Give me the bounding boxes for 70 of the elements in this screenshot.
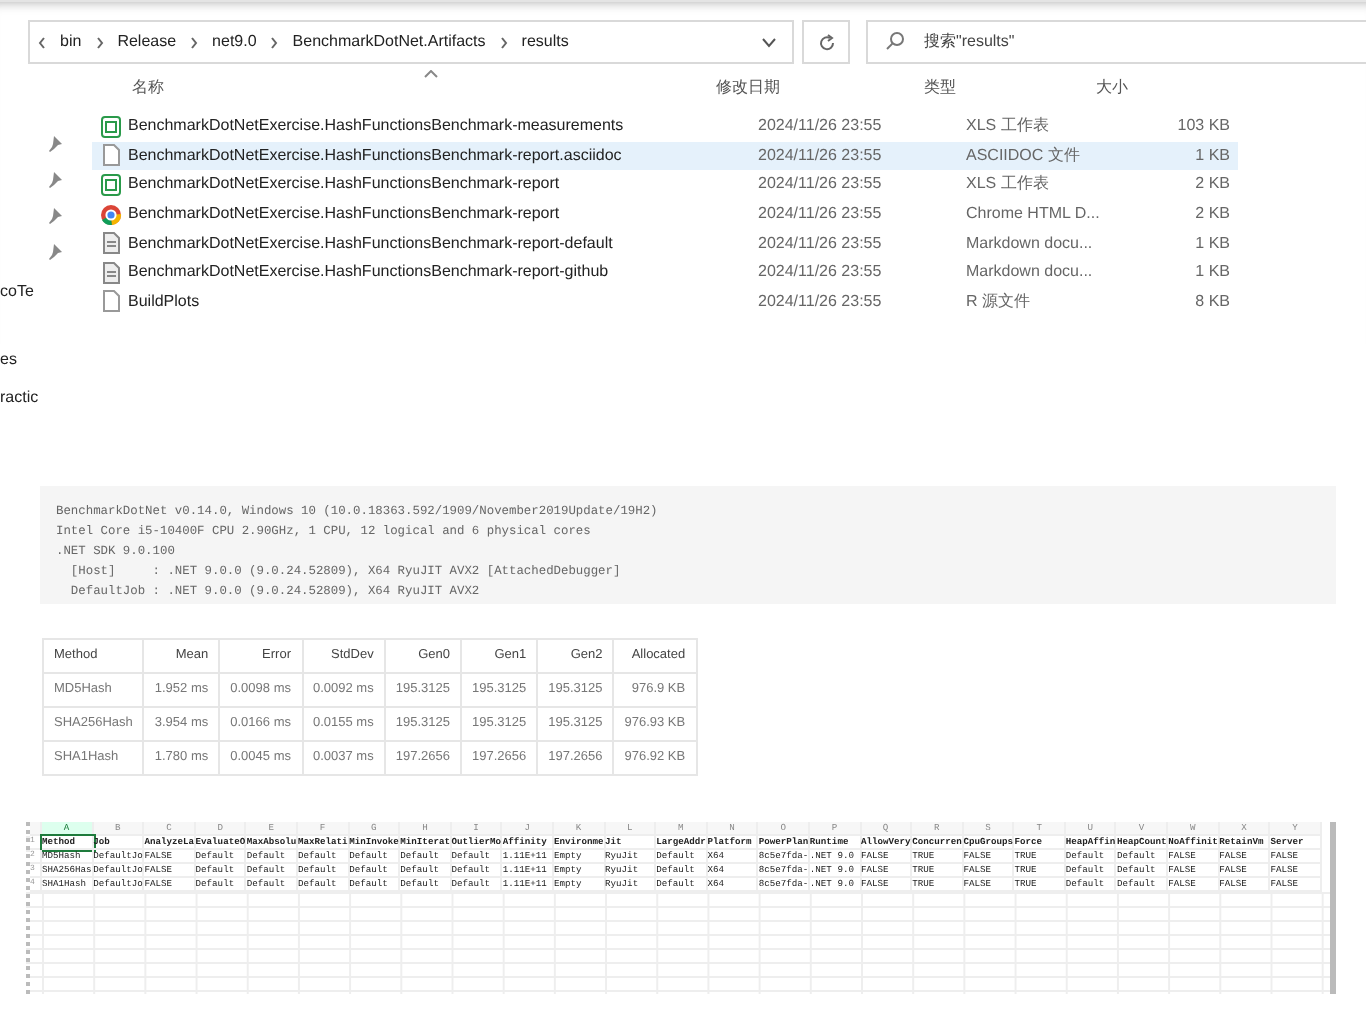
column-header[interactable]: 大小	[1096, 76, 1188, 100]
spreadsheet-file-icon	[99, 115, 121, 138]
file-row[interactable]: BenchmarkDotNetExercise.HashFunctionsBenchmark-report.asciidoc 2024/11/26 23:55 ASCIIDOC 文件 1 KB	[92, 141, 1238, 171]
file-name: BenchmarkDotNetExercise.HashFunctionsBenchmark-report-github	[128, 260, 611, 285]
file-type: XLS 工作表	[966, 114, 1051, 139]
file-name: BuildPlots	[128, 289, 202, 314]
file-size: 8 KB	[1193, 289, 1230, 314]
file-date: 2024/11/26 23:55	[758, 202, 884, 227]
breadcrumb-item[interactable]: net9.0	[212, 30, 257, 54]
document-file-icon	[99, 232, 121, 255]
sort-caret-icon	[424, 70, 438, 78]
breadcrumb-item[interactable]: results	[521, 30, 569, 54]
file-date: 2024/11/26 23:55	[758, 231, 884, 256]
file-type: ASCIIDOC 文件	[966, 143, 1082, 168]
file-type: Markdown docu...	[966, 231, 1095, 256]
file-date: 2024/11/26 23:55	[758, 289, 884, 314]
file-name: BenchmarkDotNetExercise.HashFunctionsBenchmark-report	[128, 172, 562, 197]
document-file-icon	[99, 261, 121, 284]
refresh-button[interactable]	[802, 20, 850, 64]
file-row[interactable]: BenchmarkDotNetExercise.HashFunctionsBenchmark-report-github 2024/11/26 23:55 Markdown docu... 1 KB	[92, 257, 1238, 288]
file-row[interactable]: BenchmarkDotNetExercise.HashFunctionsBenchmark-measurements 2024/11/26 23:55 XLS 工作表 103 KB	[92, 112, 1238, 142]
chevron-icon	[499, 35, 508, 49]
file-size: 103 KB	[1175, 114, 1230, 139]
file-type: XLS 工作表	[966, 172, 1051, 197]
file-row[interactable]: BenchmarkDotNetExercise.HashFunctionsBenchmark-report-default 2024/11/26 23:55 Markdown docu... 1 KB	[92, 228, 1238, 258]
browser-icon	[99, 203, 121, 226]
chevron-icon	[95, 35, 104, 49]
refresh-icon	[817, 33, 835, 51]
sidebar-item[interactable]: coTe	[0, 280, 34, 304]
spreadsheet-file-icon	[99, 173, 121, 196]
file-size: 1 KB	[1193, 143, 1230, 168]
file-row[interactable]: BuildPlots 2024/11/26 23:55 R 源文件 8 KB	[92, 287, 1238, 317]
file-name: BenchmarkDotNetExercise.HashFunctionsBenchmark-report-default	[128, 231, 615, 256]
search-field[interactable]: 搜索"results"	[866, 20, 1366, 64]
file-date: 2024/11/26 23:55	[758, 172, 884, 197]
file-date: 2024/11/26 23:55	[758, 143, 884, 168]
breadcrumb-item[interactable]: bin	[60, 30, 82, 54]
file-row[interactable]: BenchmarkDotNetExercise.HashFunctionsBenchmark-report 2024/11/26 23:55 XLS 工作表 2 KB	[92, 170, 1238, 200]
column-header[interactable]: 修改日期	[716, 76, 924, 100]
chevron-icon	[270, 35, 279, 49]
file-size: 1 KB	[1193, 231, 1230, 256]
search-icon	[886, 32, 904, 50]
breadcrumb-item[interactable]: BenchmarkDotNet.Artifacts	[292, 30, 486, 54]
pin-icon	[48, 244, 62, 260]
dropdown-icon	[762, 37, 776, 47]
file-size: 2 KB	[1193, 202, 1230, 227]
pin-icon	[48, 208, 62, 224]
file-date: 2024/11/26 23:55	[758, 260, 884, 285]
file-size: 2 KB	[1193, 172, 1230, 197]
chevron-icon	[38, 35, 46, 49]
file-row[interactable]: BenchmarkDotNetExercise.HashFunctionsBenchmark-report 2024/11/26 23:55 Chrome HTML D... 2 KB	[92, 199, 1238, 229]
address-bar[interactable]: bin Release net9.0 BenchmarkDotNet.Artifacts results	[28, 20, 794, 64]
file-type: Markdown docu...	[966, 260, 1095, 285]
file-size: 1 KB	[1193, 260, 1230, 285]
pin-icon	[48, 136, 62, 152]
column-header[interactable]: 类型	[924, 76, 1096, 100]
file-name: BenchmarkDotNetExercise.HashFunctionsBenchmark-report	[128, 202, 562, 227]
sidebar-item[interactable]: es	[0, 348, 17, 372]
pin-icon	[48, 172, 62, 188]
file-name: BenchmarkDotNetExercise.HashFunctionsBenchmark-measurements	[128, 114, 626, 139]
file-icon	[99, 144, 121, 167]
sidebar-item[interactable]: ractic	[0, 386, 39, 410]
column-header[interactable]: 名称	[72, 76, 716, 100]
file-type: Chrome HTML D...	[966, 202, 1102, 227]
chevron-icon	[190, 35, 199, 49]
file-name: BenchmarkDotNetExercise.HashFunctionsBenchmark-report.asciidoc	[128, 143, 624, 168]
file-icon	[99, 290, 121, 313]
file-date: 2024/11/26 23:55	[758, 114, 884, 139]
breadcrumb-item[interactable]: Release	[117, 30, 177, 54]
file-type: R 源文件	[966, 289, 1032, 314]
